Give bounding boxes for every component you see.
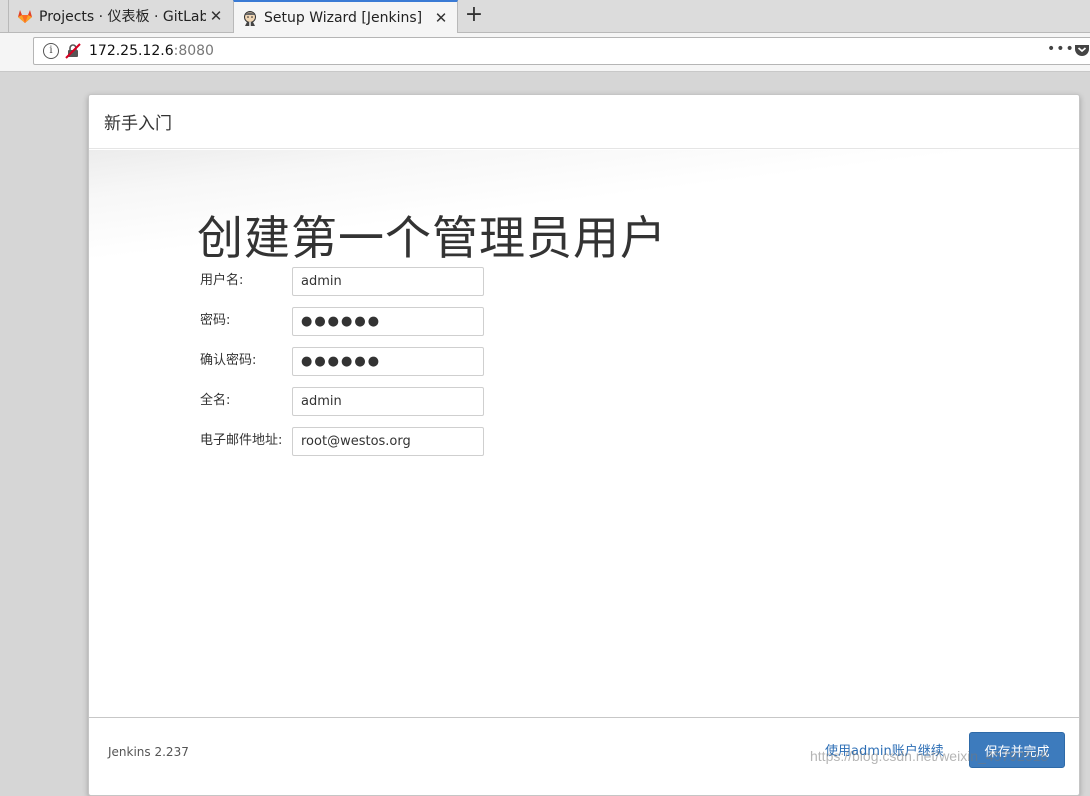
new-tab-button[interactable]: + (462, 3, 486, 27)
fullname-input[interactable] (292, 387, 484, 416)
url-port: :8080 (173, 43, 214, 59)
page-title: 创建第一个管理员用户 (197, 211, 667, 265)
close-tab-icon[interactable]: ✕ (431, 9, 451, 27)
tab-gitlab-projects[interactable]: Projects · 仪表板 · GitLab ✕ (8, 0, 232, 32)
dialog-body: 创建第一个管理员用户 用户名: 密码: 确认密码: 全名: 电子邮件地址: (89, 150, 1079, 718)
tab-title: Projects · 仪表板 · GitLab (39, 9, 206, 25)
browser-tab-bar: Projects · 仪表板 · GitLab ✕ Setup Wizard [… (0, 0, 1090, 33)
jenkins-version: Jenkins 2.237 (108, 745, 189, 759)
gitlab-fox-icon (17, 8, 33, 24)
site-info-icon[interactable]: i (43, 43, 59, 59)
insecure-connection-icon[interactable] (65, 43, 81, 59)
page-actions-menu-icon[interactable]: ••• (1047, 41, 1075, 57)
form-row-confirm-password: 确认密码: (200, 347, 500, 377)
form-row-email: 电子邮件地址: (200, 427, 500, 457)
setup-wizard-dialog: 新手入门 创建第一个管理员用户 用户名: 密码: 确认密码: 全名: 电子邮件 (88, 94, 1080, 796)
form-row-password: 密码: (200, 307, 500, 337)
email-label: 电子邮件地址: (200, 433, 283, 448)
jenkins-butler-icon (242, 10, 258, 26)
close-tab-icon[interactable]: ✕ (206, 7, 226, 25)
password-input[interactable] (292, 307, 484, 336)
form-row-fullname: 全名: (200, 387, 500, 417)
fullname-label: 全名: (200, 393, 231, 408)
tab-title: Setup Wizard [Jenkins] (264, 9, 423, 26)
browser-nav-bar: i 172.25.12.6:8080 ••• (0, 33, 1090, 72)
email-input[interactable] (292, 427, 484, 456)
tab-jenkins-setup-wizard[interactable]: Setup Wizard [Jenkins] ✕ (233, 0, 458, 33)
pocket-icon[interactable] (1074, 42, 1090, 62)
watermark-text: https://blog.csdn.net/weixin_45792518 (810, 748, 1049, 764)
url-host: 172.25.12.6 (89, 43, 174, 59)
password-label: 密码: (200, 313, 231, 328)
confirm-password-label: 确认密码: (200, 353, 257, 368)
dialog-header: 新手入门 (89, 95, 1079, 149)
address-bar[interactable]: i 172.25.12.6:8080 (33, 37, 1090, 65)
confirm-password-input[interactable] (292, 347, 484, 376)
username-input[interactable] (292, 267, 484, 296)
page-viewport: 新手入门 创建第一个管理员用户 用户名: 密码: 确认密码: 全名: 电子邮件 (0, 72, 1090, 796)
username-label: 用户名: (200, 273, 244, 288)
dialog-header-title: 新手入门 (104, 114, 172, 134)
form-row-username: 用户名: (200, 267, 500, 297)
